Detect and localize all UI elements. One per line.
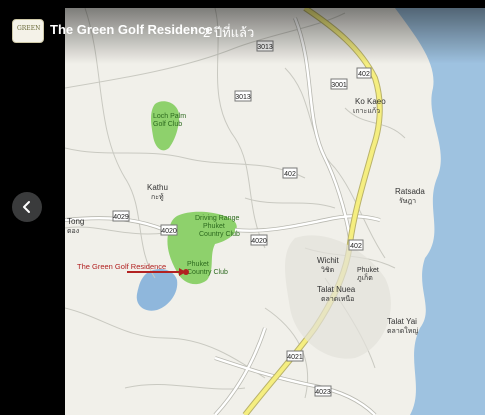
place-label: Phuket — [187, 261, 209, 268]
viewer-header: GREEN The Green Golf Residence · 2 ปีที่… — [0, 0, 485, 64]
map-annotation-label: The Green Golf Residence — [77, 262, 166, 271]
place-label: Wichit — [317, 256, 340, 265]
route-402-label: 402 — [358, 71, 370, 78]
place-label: ภูเก็ต — [357, 273, 373, 282]
route-402-label: 402 — [284, 171, 296, 178]
place-label: Country Club — [199, 231, 240, 238]
place-label: รัษฎา — [399, 197, 416, 205]
post-timestamp[interactable]: 2 ปีที่แล้ว — [203, 22, 254, 43]
page-avatar[interactable]: GREEN — [12, 19, 44, 43]
route-3013-label: 3013 — [235, 94, 251, 101]
place-label: Phuket — [357, 267, 379, 274]
previous-photo-button[interactable] — [12, 192, 42, 222]
place-label: Loch Palm — [153, 113, 186, 120]
place-label: Phuket — [203, 223, 225, 230]
route-402-label: 402 — [350, 243, 362, 250]
photo-viewer: 3013 3013 402 3001 402 402 4029 4020 402… — [0, 0, 485, 415]
place-label: Tong — [67, 217, 84, 226]
place-label: Kathu — [147, 183, 168, 192]
page-name-link[interactable]: The Green Golf Residence — [50, 22, 213, 37]
route-3001-label: 3001 — [331, 82, 347, 89]
place-label: Talat Yai — [387, 317, 417, 326]
place-label: ตลาดเหนือ — [321, 295, 354, 303]
route-4021-label: 4021 — [287, 354, 303, 361]
place-label: Ko Kaeo — [355, 97, 386, 106]
place-label: ตลาดใหญ่ — [387, 326, 418, 335]
route-4029-label: 4029 — [113, 214, 129, 221]
place-label: เกาะแก้ว — [353, 107, 380, 115]
map-image: 3013 3013 402 3001 402 402 4029 4020 402… — [65, 8, 485, 415]
place-label: Ratsada — [395, 187, 425, 196]
chevron-left-icon — [23, 201, 30, 213]
route-4020-label: 4020 — [161, 228, 177, 235]
route-4020-label: 4020 — [251, 238, 267, 245]
place-label: วิชิต — [321, 266, 335, 274]
location-marker-icon — [183, 269, 189, 275]
route-4023-label: 4023 — [315, 389, 331, 396]
separator-dot: · — [191, 22, 196, 37]
place-label: Talat Nuea — [317, 285, 356, 294]
place-label: ตอง — [67, 228, 79, 235]
place-label: Country Club — [187, 269, 228, 276]
place-label: กะทู้ — [151, 193, 164, 201]
place-label: Driving Range — [195, 215, 239, 222]
place-label: Golf Club — [153, 121, 182, 128]
